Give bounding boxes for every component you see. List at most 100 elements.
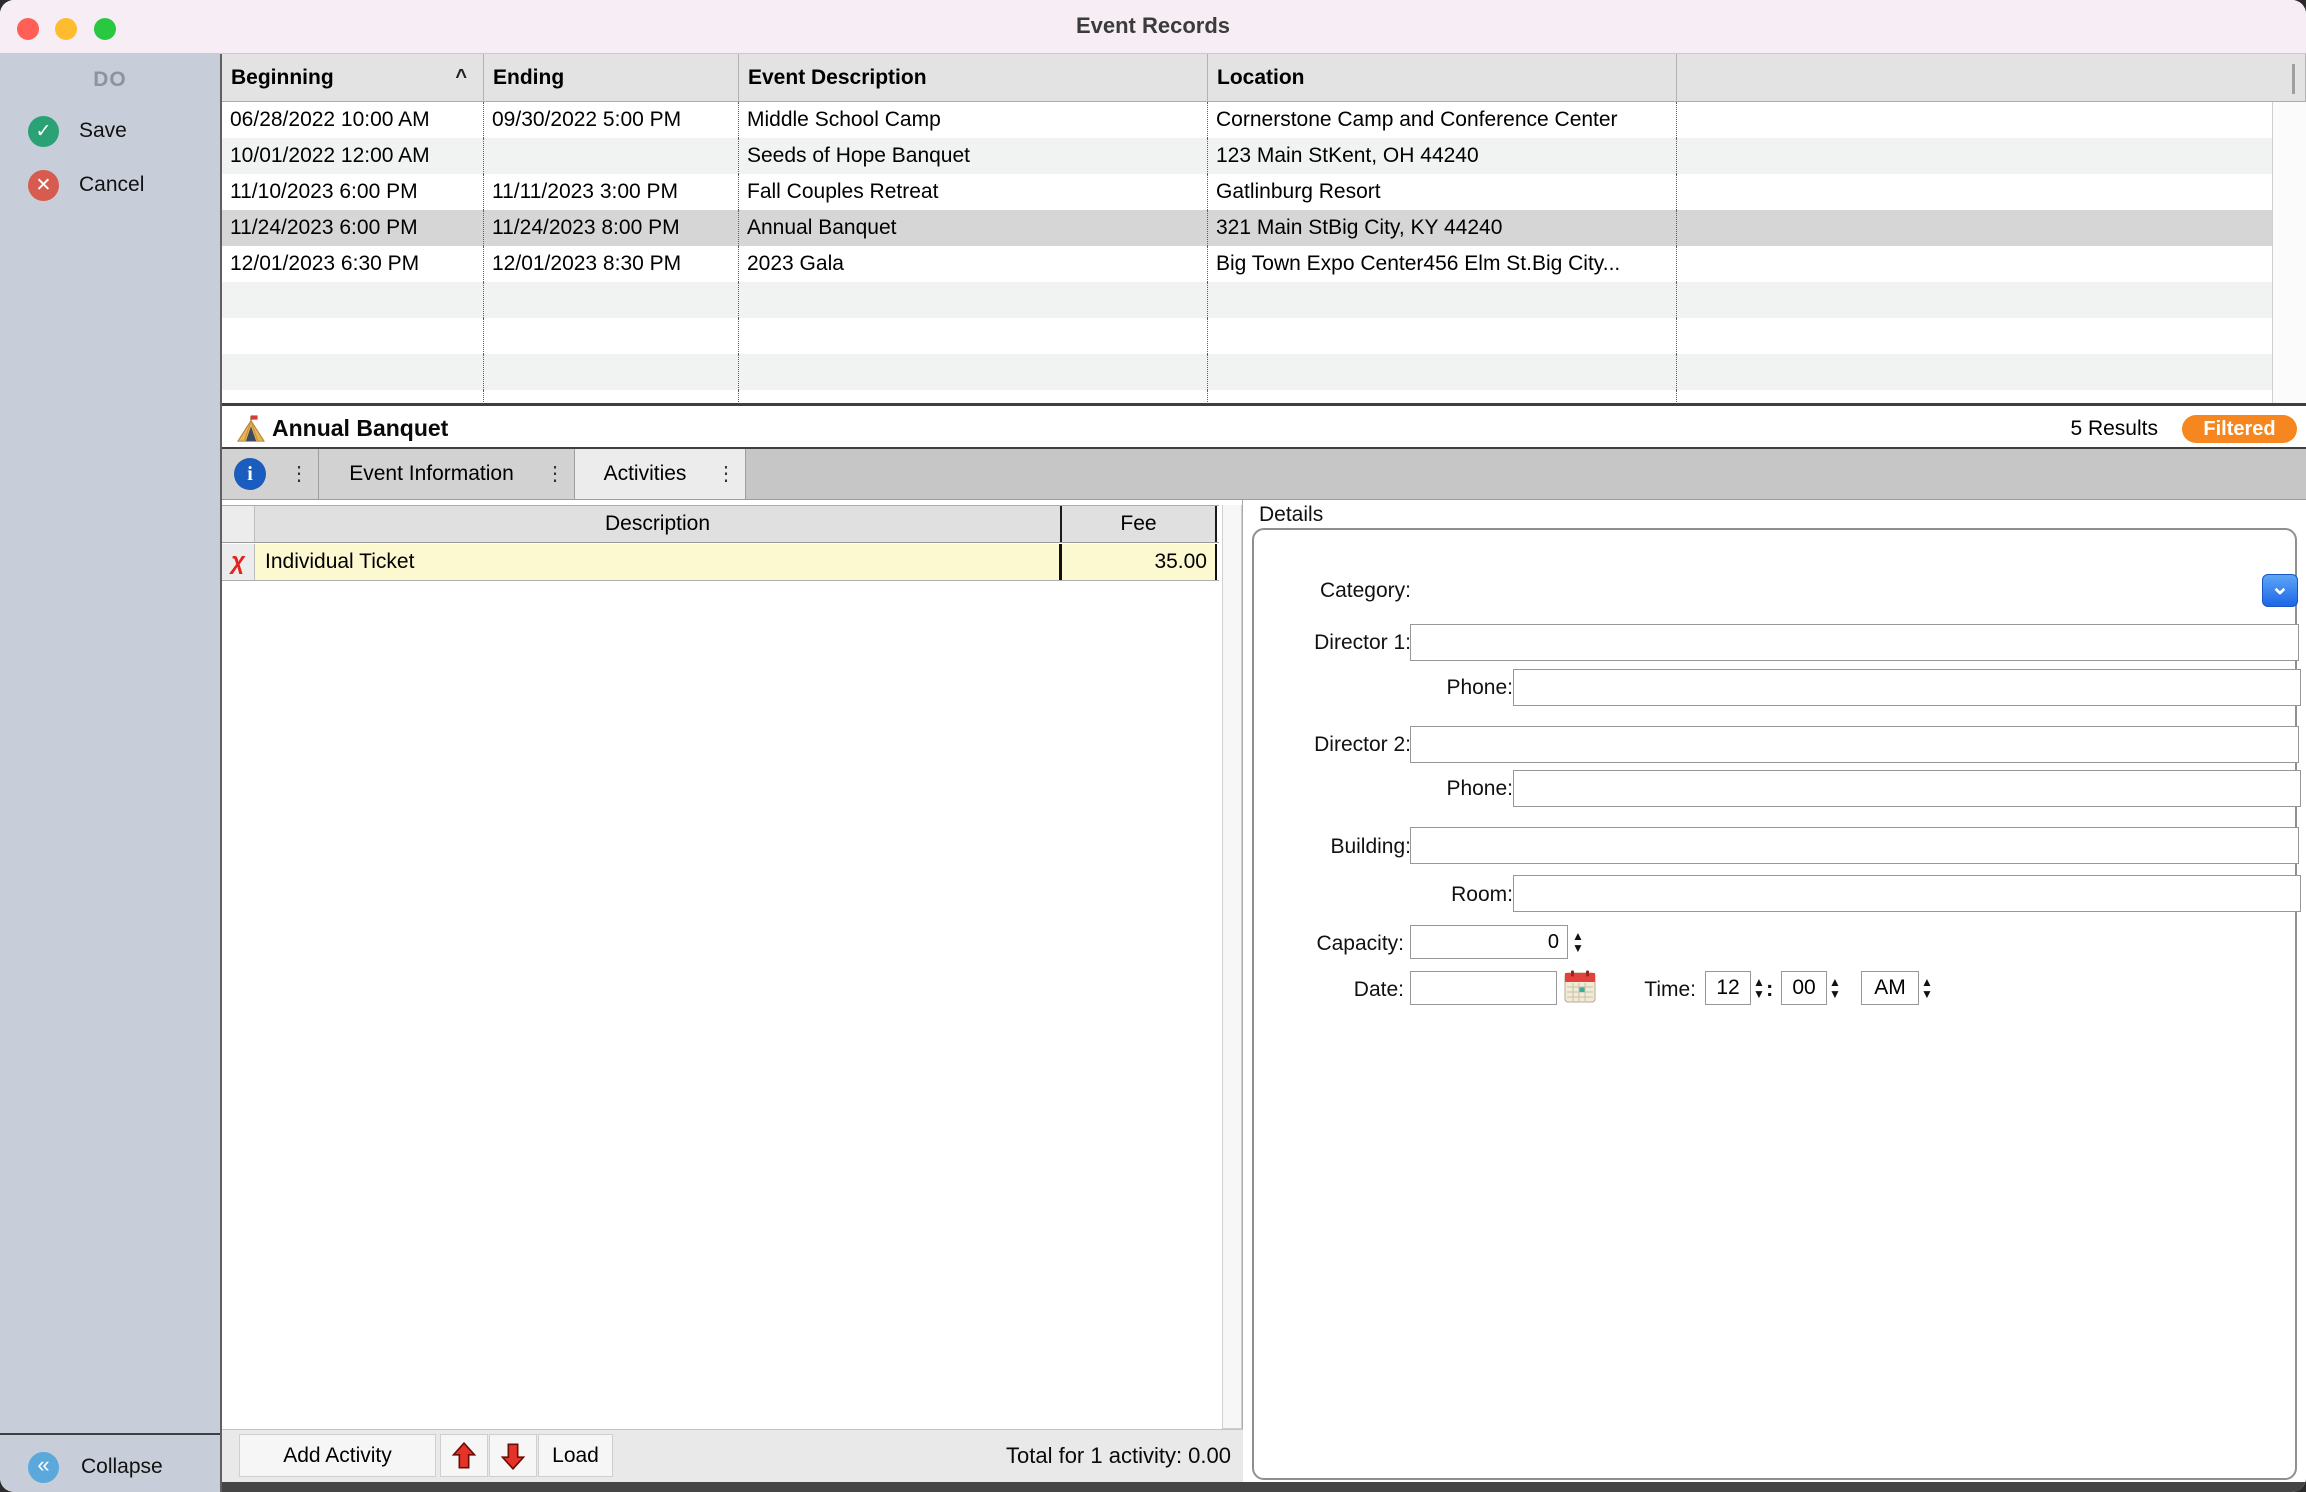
column-header-empty bbox=[1677, 54, 2306, 101]
tab-bar: i ⋮ Event Information ⋮ Activities ⋮ bbox=[222, 449, 2306, 500]
gutter-column-header bbox=[222, 506, 255, 542]
table-row[interactable]: 06/28/2022 10:00 AM 09/30/2022 5:00 PM M… bbox=[222, 102, 2306, 138]
activity-fee-cell[interactable]: 35.00 bbox=[1062, 544, 1217, 580]
room-label: Room: bbox=[1451, 883, 1513, 906]
activities-table-header: Description Fee bbox=[222, 505, 1219, 543]
save-label: Save bbox=[79, 119, 127, 142]
category-dropdown-button[interactable]: ⌄ bbox=[2262, 574, 2298, 607]
stepper-down-icon: ▼ bbox=[1753, 986, 1765, 1001]
director1-field[interactable] bbox=[1410, 624, 2299, 661]
collapse-chevrons-icon: « bbox=[28, 1451, 59, 1483]
stepper-up-icon: ▲ bbox=[1829, 974, 1841, 989]
room-field[interactable] bbox=[1513, 875, 2301, 912]
record-bar: Annual Banquet 5 Results Filtered bbox=[222, 409, 2306, 449]
title-bar: Event Records bbox=[0, 0, 2306, 54]
category-label: Category: bbox=[1319, 579, 1411, 602]
time-minute-field[interactable]: 00 bbox=[1781, 971, 1827, 1005]
stepper-down-icon: ▼ bbox=[1829, 986, 1841, 1001]
director1-label: Director 1: bbox=[1314, 631, 1411, 654]
date-label: Date: bbox=[1353, 978, 1404, 1001]
tab-activities[interactable]: Activities ⋮ bbox=[575, 449, 746, 499]
delete-activity-button[interactable]: χ bbox=[222, 544, 255, 580]
events-table-header: Beginning ^ Ending Event Description Loc… bbox=[222, 54, 2306, 102]
column-header-fee[interactable]: Fee bbox=[1062, 506, 1217, 542]
building-field[interactable] bbox=[1410, 827, 2299, 864]
events-table-rows: 06/28/2022 10:00 AM 09/30/2022 5:00 PM M… bbox=[222, 102, 2306, 403]
activity-description-cell[interactable]: Individual Ticket bbox=[255, 544, 1062, 580]
date-field[interactable] bbox=[1410, 971, 1557, 1005]
table-row-empty bbox=[222, 282, 2306, 318]
tab-event-information[interactable]: Event Information ⋮ bbox=[319, 449, 575, 499]
building-label: Building: bbox=[1330, 835, 1411, 858]
time-ampm-field[interactable]: AM bbox=[1861, 971, 1919, 1005]
activities-toolbar: Add Activity Load Total for 1 activity: … bbox=[222, 1429, 1243, 1482]
window-title: Event Records bbox=[1075, 13, 1231, 38]
check-circle-icon: ✓ bbox=[28, 115, 59, 147]
column-header-location[interactable]: Location bbox=[1208, 54, 1677, 101]
hour-stepper[interactable]: ▲ ▼ bbox=[1751, 971, 1767, 1005]
table-row-empty bbox=[222, 390, 2306, 403]
move-up-button[interactable] bbox=[440, 1434, 488, 1477]
time-label: Time: bbox=[1644, 978, 1696, 1001]
collapse-button[interactable]: « Collapse bbox=[28, 1450, 163, 1484]
column-header-event-description[interactable]: Event Description bbox=[739, 54, 1208, 101]
tab-info[interactable]: i ⋮ bbox=[222, 449, 319, 499]
table-row-empty bbox=[222, 354, 2306, 390]
stepper-up-icon: ▲ bbox=[1572, 928, 1584, 943]
move-down-button[interactable] bbox=[489, 1434, 537, 1477]
capacity-field[interactable] bbox=[1410, 925, 1568, 959]
red-arrow-down-icon bbox=[501, 1443, 525, 1470]
cancel-label: Cancel bbox=[79, 173, 145, 196]
window-bottom-edge bbox=[222, 1482, 2306, 1492]
red-arrow-up-icon bbox=[452, 1441, 476, 1468]
save-button[interactable]: ✓ Save bbox=[28, 114, 127, 148]
time-hour-field[interactable]: 12 bbox=[1705, 971, 1751, 1005]
collapse-label: Collapse bbox=[81, 1455, 163, 1478]
phone2-label: Phone: bbox=[1446, 777, 1513, 800]
overflow-dots-icon[interactable]: ⋮ bbox=[545, 461, 565, 486]
table-row-empty bbox=[222, 318, 2306, 354]
activity-row[interactable]: χ Individual Ticket 35.00 bbox=[222, 544, 1219, 581]
close-circle-icon: ✕ bbox=[28, 169, 59, 201]
column-header-ending[interactable]: Ending bbox=[484, 54, 739, 101]
director2-field[interactable] bbox=[1410, 726, 2299, 763]
phone1-field[interactable] bbox=[1513, 669, 2301, 706]
column-header-beginning[interactable]: Beginning ^ bbox=[222, 54, 484, 101]
activities-panel: Description Fee χ Individual Ticket 35.0… bbox=[222, 500, 1243, 1482]
info-icon[interactable]: i bbox=[234, 458, 266, 490]
add-activity-button[interactable]: Add Activity bbox=[239, 1434, 436, 1477]
ampm-stepper[interactable]: ▲ ▼ bbox=[1919, 971, 1935, 1005]
record-title: Annual Banquet bbox=[272, 415, 449, 441]
cancel-button[interactable]: ✕ Cancel bbox=[28, 168, 144, 202]
phone2-field[interactable] bbox=[1513, 770, 2301, 807]
sidebar-header: DO bbox=[93, 68, 127, 91]
stepper-down-icon: ▼ bbox=[1572, 940, 1584, 955]
table-row[interactable]: 11/10/2023 6:00 PM 11/11/2023 3:00 PM Fa… bbox=[222, 174, 2306, 210]
events-table: Beginning ^ Ending Event Description Loc… bbox=[222, 54, 2306, 406]
stepper-down-icon: ▼ bbox=[1921, 986, 1933, 1001]
vertical-scrollbar[interactable] bbox=[2272, 102, 2306, 403]
column-header-description[interactable]: Description bbox=[255, 506, 1062, 542]
phone1-label: Phone: bbox=[1446, 676, 1513, 699]
overflow-dots-icon[interactable]: ⋮ bbox=[716, 461, 736, 486]
details-groupbox: Category: ⌄ Director 1: Phone: Director … bbox=[1252, 528, 2301, 1480]
load-button[interactable]: Load bbox=[538, 1434, 613, 1477]
stepper-up-icon: ▲ bbox=[1753, 974, 1765, 989]
app-window: Event Records DO ✓ Save ✕ Cancel « Colla… bbox=[0, 0, 2306, 1492]
chevron-down-icon: ⌄ bbox=[2270, 573, 2290, 599]
capacity-stepper[interactable]: ▲ ▼ bbox=[1570, 925, 1586, 959]
table-row-selected[interactable]: 11/24/2023 6:00 PM 11/24/2023 8:00 PM An… bbox=[222, 210, 2306, 246]
filtered-badge[interactable]: Filtered bbox=[2182, 415, 2297, 443]
details-title: Details bbox=[1259, 503, 1324, 526]
delete-chi-icon: χ bbox=[231, 548, 245, 575]
details-panel: Details Category: ⌄ Director 1: Phone: D… bbox=[1243, 500, 2306, 1482]
scrollbar-thumb[interactable] bbox=[2292, 64, 2295, 94]
tent-icon bbox=[237, 415, 265, 442]
overflow-dots-icon[interactable]: ⋮ bbox=[289, 461, 309, 486]
activities-scrollbar[interactable] bbox=[1222, 505, 1242, 1429]
time-separator: : bbox=[1766, 976, 1774, 1001]
table-row[interactable]: 10/01/2022 12:00 AM Seeds of Hope Banque… bbox=[222, 138, 2306, 174]
sidebar: DO ✓ Save ✕ Cancel « Collapse bbox=[0, 54, 222, 1492]
table-row[interactable]: 12/01/2023 6:30 PM 12/01/2023 8:30 PM 20… bbox=[222, 246, 2306, 282]
minute-stepper[interactable]: ▲ ▼ bbox=[1827, 971, 1843, 1005]
